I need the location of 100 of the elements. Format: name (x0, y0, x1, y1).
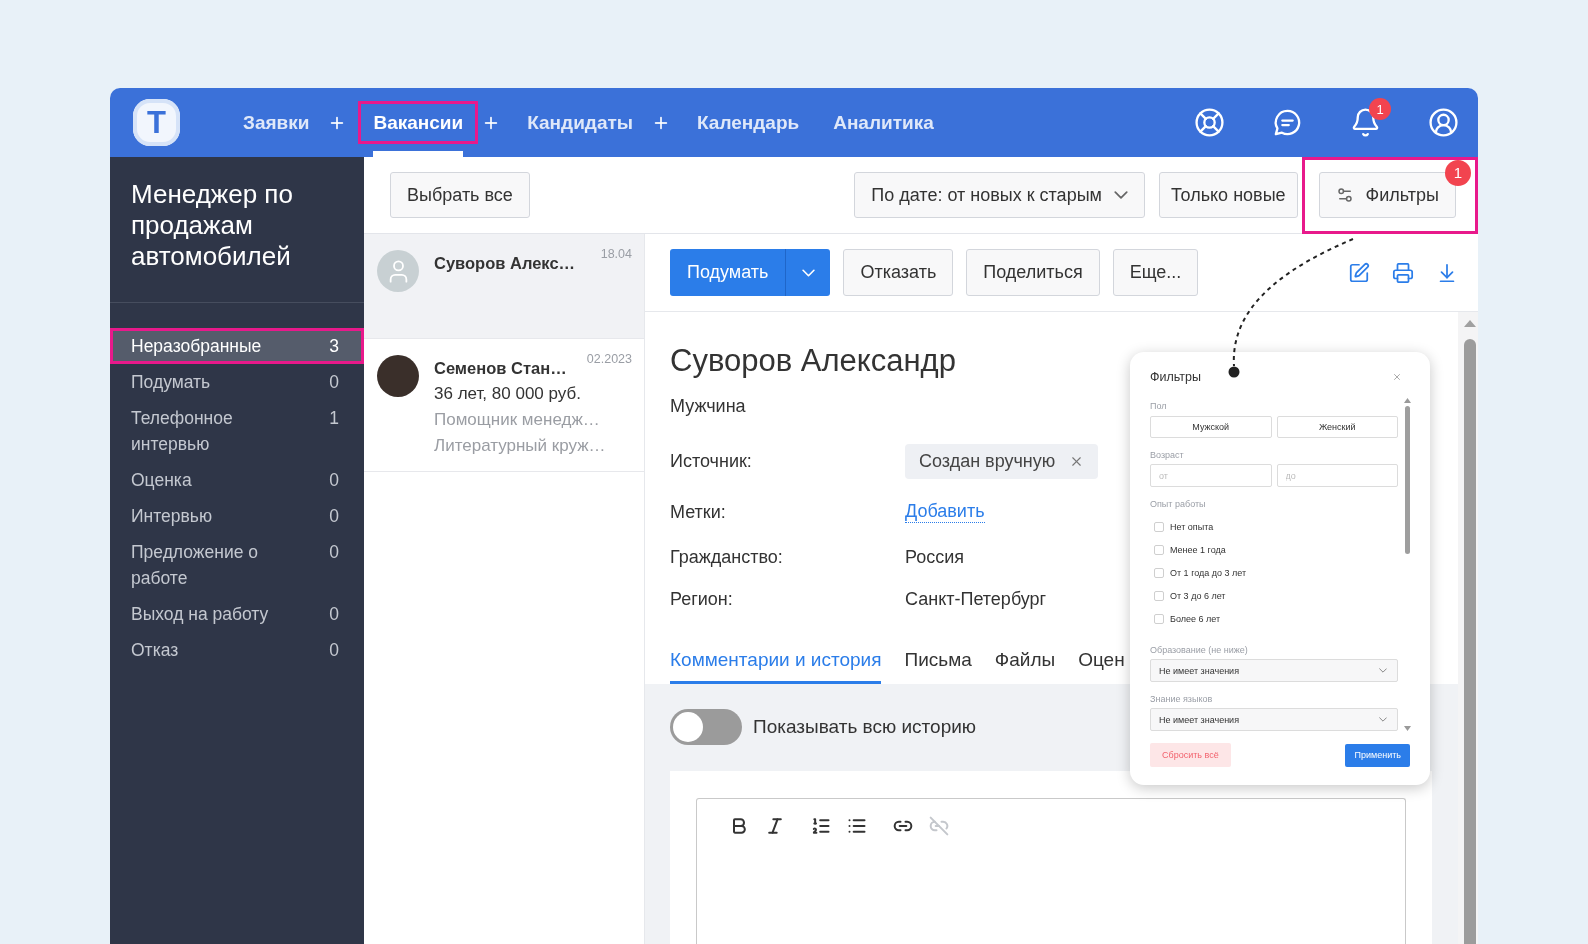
stage-count: 0 (329, 469, 339, 492)
select-label: Знание языков (1150, 693, 1213, 705)
gender-option[interactable]: Женский (1276, 416, 1398, 438)
dropdown-select[interactable]: Не имеет значения (1150, 708, 1398, 731)
scrollbar[interactable] (1458, 312, 1478, 944)
nav-tab[interactable]: Аналитика (818, 101, 949, 144)
stage-item[interactable]: Подумать 0 (110, 364, 364, 400)
checkbox[interactable] (1154, 521, 1164, 532)
chevron-down-icon (1379, 668, 1387, 673)
photo-placeholder (377, 355, 419, 397)
stage-label: Неразобранные (131, 335, 262, 358)
close-icon[interactable] (1392, 372, 1402, 382)
scroll-down-arrow-icon[interactable] (1403, 726, 1411, 731)
age-from-input[interactable]: от (1150, 464, 1272, 487)
stage-count: 0 (329, 639, 339, 662)
chevron-down-icon (1379, 717, 1387, 722)
stage-label: Выход на работу (131, 603, 269, 626)
notification-badge: 1 (1369, 98, 1391, 120)
checkbox-label: От 3 до 6 лет (1170, 590, 1226, 601)
select-label: Образование (не ниже) (1150, 644, 1248, 656)
apply-button[interactable]: Применить (1345, 743, 1410, 767)
stage-label: Оценка (131, 469, 192, 492)
chevron-down-icon (801, 268, 815, 277)
stage-label: Подумать (131, 371, 211, 394)
stage-item[interactable]: Неразобранные 3 (110, 328, 364, 364)
field-value: Санкт-Петербург (905, 588, 1047, 610)
chat-icon[interactable] (1272, 107, 1303, 138)
stage-item[interactable]: Интервью 0 (110, 498, 364, 534)
action-button[interactable]: Отказать (843, 249, 954, 296)
checkbox-label: От 1 года до 3 лет (1170, 567, 1247, 578)
checkbox-label: Нет опыта (1170, 521, 1214, 532)
stage-item[interactable]: Предложение о работе 0 (110, 534, 364, 596)
scrollbar-thumb[interactable] (1464, 339, 1476, 944)
stage-label: Отказ (131, 639, 179, 662)
detail-tab[interactable]: Письма (904, 639, 972, 684)
more-options-button[interactable] (785, 249, 831, 296)
edit-icon[interactable] (1348, 261, 1370, 284)
think-button[interactable]: Подумать (670, 249, 786, 296)
detail-tab[interactable]: Оцен (1078, 639, 1125, 684)
print-icon[interactable] (1392, 261, 1414, 284)
candidate-date: 18.04 (600, 246, 632, 262)
action-button[interactable]: Еще... (1112, 249, 1199, 296)
experience-label: Опыт работы (1150, 498, 1206, 510)
source-tag-label: Создан вручную (919, 451, 1056, 472)
popup-scrollbar[interactable] (1404, 398, 1410, 731)
candidate-detail: Помощник менедж… (434, 409, 601, 431)
user-icon[interactable] (1428, 107, 1459, 138)
dropdown-select[interactable]: Не имеет значения (1150, 659, 1398, 682)
nav-tab[interactable]: Кандидаты (512, 101, 648, 144)
action-button[interactable]: Поделиться (966, 249, 1100, 296)
checkbox[interactable] (1154, 544, 1164, 555)
scrollbar-thumb[interactable] (1404, 406, 1410, 554)
sort-dropdown[interactable]: По дате: от новых к старым (854, 172, 1145, 218)
only-new-button[interactable]: Только новые (1158, 172, 1298, 218)
toggle-label: Показывать всю историю (753, 716, 977, 738)
gender-option[interactable]: Мужской (1150, 416, 1272, 438)
scroll-up-arrow-icon[interactable] (1464, 320, 1476, 327)
select-all-button[interactable]: Выбрать все (390, 172, 530, 218)
logo[interactable]: T (133, 99, 180, 146)
add-tag-link[interactable]: Добавить (905, 501, 985, 523)
checkbox-label: Более 6 лет (1170, 613, 1221, 624)
checkbox[interactable] (1154, 590, 1164, 601)
popup-title: Фильтры (1150, 370, 1201, 384)
stage-item[interactable]: Оценка 0 (110, 462, 364, 498)
field-label: Гражданство: (670, 546, 784, 568)
history-toggle[interactable] (670, 709, 742, 745)
bell-icon[interactable] (1350, 107, 1381, 138)
stage-item[interactable]: Телефонное интервью 1 (110, 400, 364, 462)
gender-label: Пол (1150, 400, 1167, 412)
stage-count: 3 (329, 335, 339, 358)
nav-tab[interactable]: Календарь (682, 101, 815, 144)
stage-item[interactable]: Выход на работу 0 (110, 596, 364, 632)
field-label: Регион: (670, 588, 734, 610)
candidate-name: Семенов Стан… (434, 358, 567, 379)
checkbox[interactable] (1154, 567, 1164, 578)
nav-tab[interactable]: Вакансии (358, 101, 479, 144)
detail-tab[interactable]: Файлы (994, 639, 1056, 684)
age-label: Возраст (1150, 449, 1184, 461)
age-to-input[interactable]: до (1276, 464, 1398, 487)
field-label: Метки: (670, 501, 727, 523)
candidate-item[interactable]: Суворов Алекс… 18.04 (364, 234, 644, 339)
lifebuoy-icon[interactable] (1194, 107, 1225, 138)
scroll-up-arrow-icon[interactable] (1403, 398, 1411, 403)
bullet-list-icon[interactable] (847, 816, 867, 836)
sliders-icon (1335, 186, 1354, 204)
filter-count-badge: 1 (1445, 159, 1471, 186)
filters-button[interactable]: Фильтры (1318, 172, 1456, 218)
candidate-summary: 36 лет, 80 000 руб. (434, 383, 582, 405)
candidate-name: Суворов Алекс… (434, 253, 576, 274)
checkbox[interactable] (1154, 613, 1164, 624)
stage-count: 0 (329, 541, 339, 564)
numbered-list-icon[interactable] (811, 816, 831, 836)
chevron-down-icon (1113, 191, 1128, 199)
stage-count: 1 (329, 407, 339, 430)
italic-icon[interactable] (765, 816, 785, 836)
nav-tab[interactable]: Заявки (228, 101, 325, 144)
stage-label: Предложение о работе (131, 541, 260, 590)
candidate-gender: Мужчина (670, 395, 746, 418)
stage-count: 0 (329, 505, 339, 528)
stage-item[interactable]: Отказ 0 (110, 632, 364, 668)
